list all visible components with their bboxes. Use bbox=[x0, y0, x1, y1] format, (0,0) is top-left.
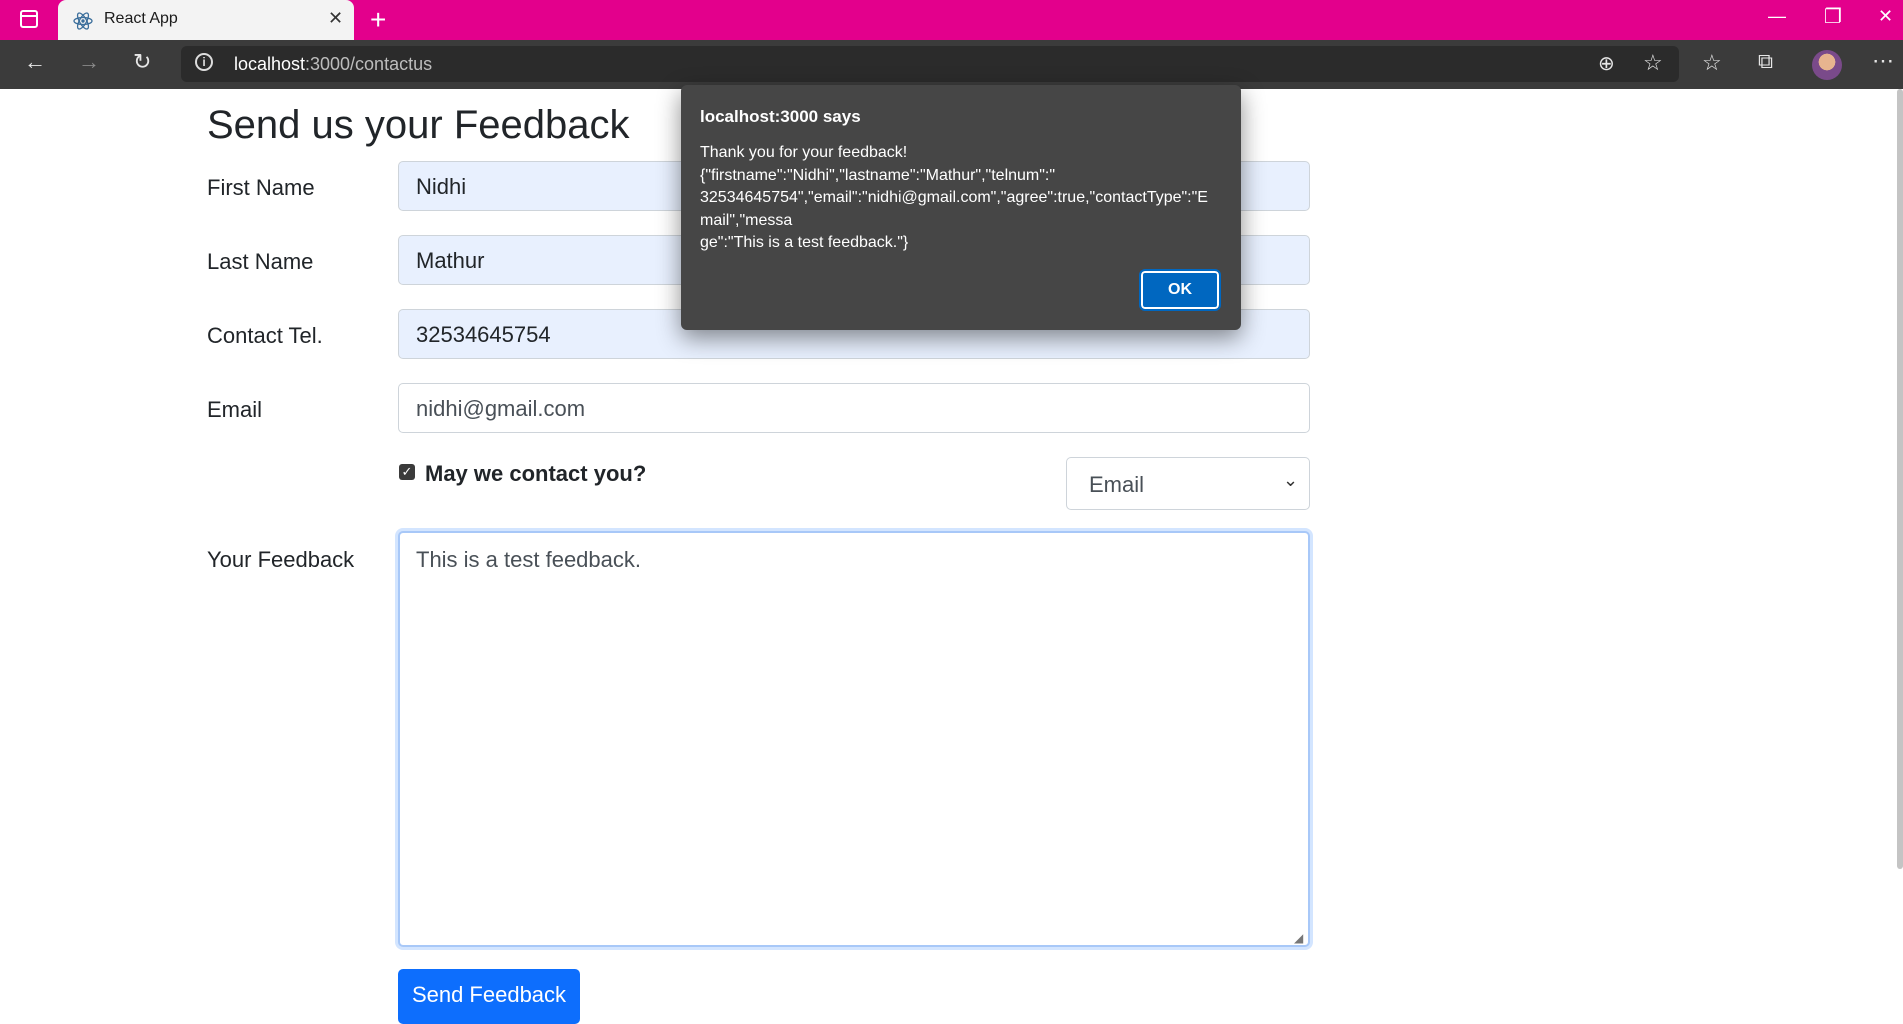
dialog-message-line: Thank you for your feedback! bbox=[700, 144, 908, 161]
zoom-icon[interactable]: ⊕ bbox=[1598, 51, 1615, 76]
tab-title: React App bbox=[104, 10, 178, 27]
collections-icon[interactable]: ⧉ bbox=[1758, 50, 1773, 74]
url-path: :3000/contactus bbox=[305, 54, 433, 74]
contact-type-value: Email bbox=[1089, 472, 1145, 497]
refresh-icon[interactable]: ↻ bbox=[133, 49, 151, 75]
more-icon[interactable]: ⋯ bbox=[1872, 48, 1894, 74]
chevron-down-icon: ⌄ bbox=[1283, 470, 1299, 490]
dialog-message: Thank you for your feedback! {"firstname… bbox=[700, 142, 1220, 255]
feedback-textarea[interactable] bbox=[398, 531, 1310, 947]
dialog-message-line: {"firstname":"Nidhi","lastname":"Mathur"… bbox=[700, 166, 1056, 184]
agree-checkbox[interactable]: ✓ bbox=[399, 464, 415, 480]
sidebar-toggle-icon[interactable] bbox=[20, 10, 38, 28]
url-host: localhost bbox=[234, 54, 306, 74]
resize-grip-icon[interactable]: ◢ bbox=[1294, 931, 1303, 945]
firstname-label: First Name bbox=[207, 175, 315, 200]
dialog-title: localhost:3000 says bbox=[700, 107, 861, 126]
feedback-label: Your Feedback bbox=[207, 547, 355, 572]
lastname-label: Last Name bbox=[207, 249, 314, 274]
browser-tab[interactable] bbox=[58, 0, 354, 40]
react-logo-icon bbox=[73, 12, 93, 30]
back-icon[interactable]: ← bbox=[24, 49, 46, 75]
page-title: Send us your Feedback bbox=[207, 103, 630, 147]
scrollbar[interactable] bbox=[1897, 89, 1903, 869]
tab-close-icon[interactable]: ✕ bbox=[328, 8, 343, 29]
site-info-icon[interactable]: i bbox=[195, 53, 213, 71]
dialog-message-line: mail","messa bbox=[700, 211, 793, 229]
window-close-icon[interactable]: ✕ bbox=[1878, 6, 1893, 27]
ok-button[interactable]: OK bbox=[1139, 269, 1221, 311]
new-tab-icon[interactable]: + bbox=[370, 4, 386, 36]
favorites-icon[interactable]: ☆ bbox=[1702, 50, 1722, 76]
telnum-label: Contact Tel. bbox=[207, 323, 323, 348]
agree-label: May we contact you? bbox=[425, 461, 647, 486]
send-feedback-button[interactable]: Send Feedback bbox=[398, 969, 580, 1024]
email-input[interactable]: nidhi@gmail.com bbox=[398, 383, 1310, 433]
avatar[interactable] bbox=[1812, 50, 1842, 80]
dialog-message-line: ge":"This is a test feedback."} bbox=[700, 234, 909, 251]
restore-icon[interactable]: ❐ bbox=[1824, 4, 1842, 29]
minimize-icon[interactable]: — bbox=[1768, 6, 1786, 27]
dialog-message-line: 32534645754","email":"nidhi@gmail.com","… bbox=[700, 189, 1208, 206]
add-favorite-icon[interactable]: ☆ bbox=[1643, 50, 1663, 76]
feedback-text: This is a test feedback. bbox=[416, 547, 641, 572]
email-label: Email bbox=[207, 397, 263, 422]
forward-icon[interactable]: → bbox=[78, 49, 100, 75]
